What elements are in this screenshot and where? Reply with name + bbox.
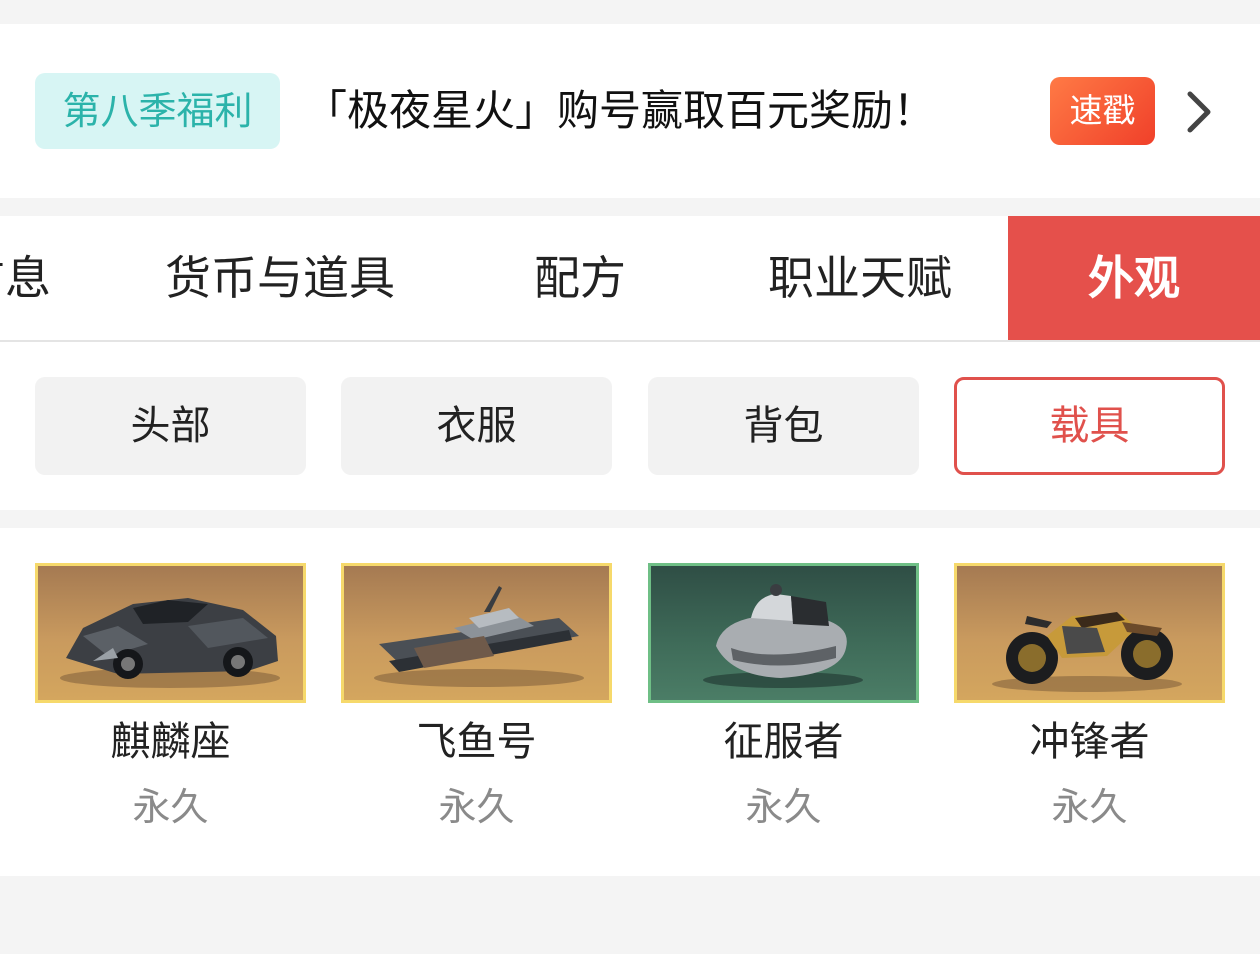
tab-info[interactable]: 信息	[0, 216, 100, 340]
vehicle-duration: 永久	[438, 785, 515, 829]
category-tabs: 信息 货币与道具 配方 职业天赋 外观	[0, 216, 1260, 342]
promo-banner[interactable]: 第八季福利 「极夜星火」购号赢取百元奖励！ 速戳	[0, 24, 1260, 198]
vehicle-list: 麒麟座 永久 飞鱼号 永久 征服者 永久 冲锋者 永久	[0, 528, 1260, 876]
subtab-backpack[interactable]: 背包	[648, 377, 919, 475]
motorcycle-icon	[954, 563, 1225, 703]
tab-currency-items[interactable]: 货币与道具	[140, 216, 420, 340]
boat-icon	[341, 563, 612, 703]
chevron-right-icon[interactable]	[1180, 90, 1220, 134]
vehicle-duration: 永久	[1051, 785, 1128, 829]
sports-car-icon	[35, 563, 306, 703]
subtab-vehicles[interactable]: 载具	[954, 377, 1225, 475]
subtab-clothes[interactable]: 衣服	[341, 377, 612, 475]
vehicle-duration: 永久	[132, 785, 209, 829]
vehicle-item[interactable]: 飞鱼号 永久	[341, 563, 612, 831]
tab-talents[interactable]: 职业天赋	[740, 216, 980, 340]
vehicle-item[interactable]: 麒麟座 永久	[35, 563, 306, 831]
season-tag: 第八季福利	[35, 73, 280, 149]
vehicle-name: 冲锋者	[1029, 719, 1150, 765]
tab-appearance[interactable]: 外观	[1008, 216, 1260, 340]
tab-recipes[interactable]: 配方	[500, 216, 660, 340]
subtab-head[interactable]: 头部	[35, 377, 306, 475]
vehicle-name: 麒麟座	[110, 719, 231, 765]
vehicle-item[interactable]: 冲锋者 永久	[954, 563, 1225, 831]
vehicle-name: 飞鱼号	[416, 719, 537, 765]
banner-text[interactable]: 「极夜星火」购号赢取百元奖励！	[305, 73, 935, 149]
vehicle-duration: 永久	[745, 785, 822, 829]
go-button[interactable]: 速戳	[1050, 77, 1155, 145]
appearance-subtabs: 头部 衣服 背包 载具	[0, 342, 1260, 510]
vehicle-item[interactable]: 征服者 永久	[648, 563, 919, 831]
vehicle-name: 征服者	[723, 719, 844, 765]
jet-ski-icon	[648, 563, 919, 703]
